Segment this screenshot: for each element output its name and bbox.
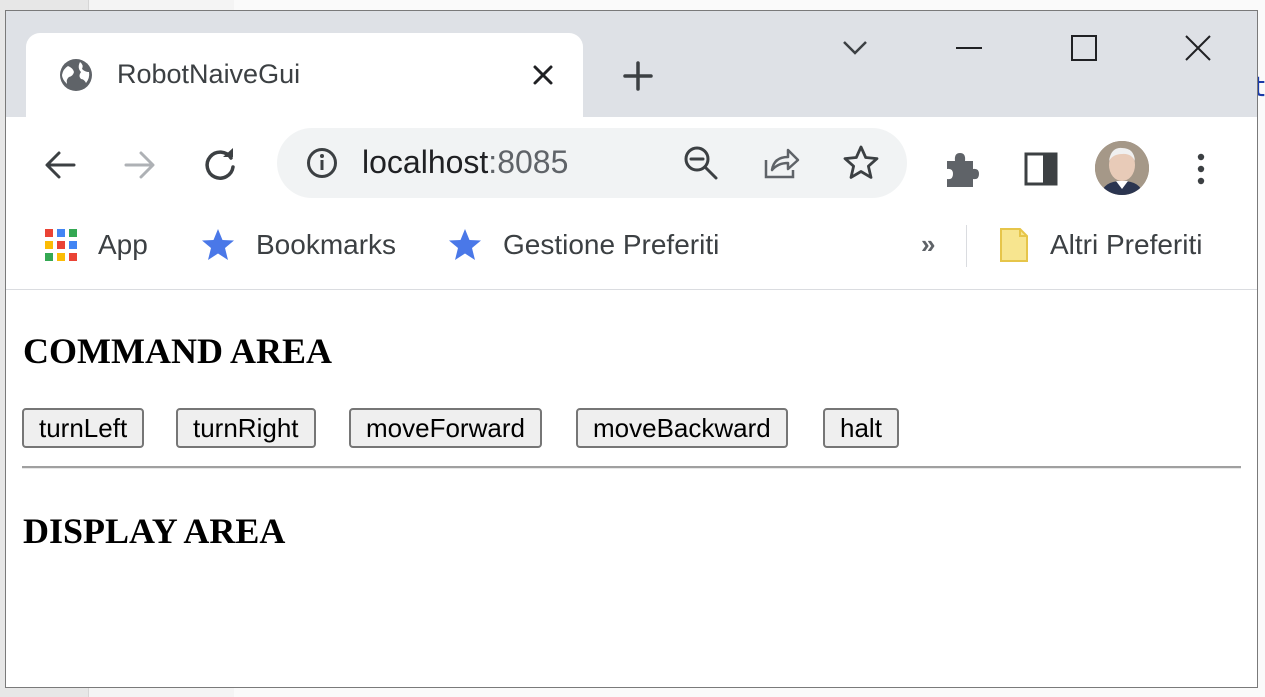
avatar-photo-icon [1095, 141, 1149, 195]
tab-close-icon[interactable] [529, 61, 557, 89]
apps-grid-icon [45, 229, 77, 261]
reload-icon[interactable] [200, 145, 240, 185]
bookmark-apps[interactable]: App [44, 225, 148, 265]
bookmark-star-icon[interactable] [842, 144, 880, 182]
title-bar: RobotNaiveGui [6, 11, 1257, 117]
new-tab-icon[interactable] [621, 59, 655, 93]
bookmark-altri-preferiti[interactable]: Altri Preferiti [998, 225, 1202, 265]
url-text[interactable]: localhost:8085 [362, 144, 568, 181]
side-panel-icon[interactable] [1021, 149, 1061, 189]
bookmark-bookmarks[interactable]: Bookmarks [200, 225, 396, 265]
url-host: localhost [362, 144, 489, 180]
move-backward-button[interactable]: moveBackward [576, 408, 788, 448]
move-forward-button[interactable]: moveForward [349, 408, 542, 448]
turn-right-button[interactable]: turnRight [176, 408, 316, 448]
active-tab[interactable]: RobotNaiveGui [26, 33, 583, 117]
window-close-icon[interactable] [1181, 31, 1215, 65]
command-area-heading: COMMAND AREA [23, 331, 332, 371]
bookmarks-divider [966, 225, 967, 267]
bookmark-label: Gestione Preferiti [503, 229, 720, 260]
browser-toolbar: localhost:8085 [6, 117, 1257, 207]
halt-button[interactable]: halt [823, 408, 899, 448]
display-area-heading: DISPLAY AREA [23, 511, 286, 551]
kebab-menu-icon[interactable] [1186, 149, 1216, 189]
bookmark-label: App [98, 229, 148, 260]
browser-window: RobotNaiveGui localhost:8085 App Bookmar… [5, 10, 1258, 688]
bookmark-label: Altri Preferiti [1050, 229, 1203, 260]
horizontal-rule [22, 466, 1241, 469]
globe-icon [60, 59, 92, 91]
back-arrow-icon[interactable] [40, 145, 80, 185]
folder-icon [1000, 228, 1028, 262]
address-bar[interactable]: localhost:8085 [277, 128, 907, 198]
tab-search-chevron-icon[interactable] [838, 31, 872, 65]
profile-avatar[interactable] [1095, 141, 1149, 195]
forward-arrow-icon[interactable] [120, 145, 160, 185]
extensions-puzzle-icon[interactable] [941, 149, 981, 189]
share-icon[interactable] [762, 144, 800, 182]
page-content: COMMAND AREA turnLeft turnRight moveForw… [6, 290, 1257, 687]
star-icon [202, 229, 234, 260]
star-icon [449, 229, 481, 260]
maximize-icon[interactable] [1067, 31, 1101, 65]
bookmark-label: Bookmarks [256, 229, 397, 260]
url-port: :8085 [488, 144, 569, 180]
turn-left-button[interactable]: turnLeft [22, 408, 145, 448]
bookmark-gestione-preferiti[interactable]: Gestione Preferiti [447, 225, 719, 265]
tab-title: RobotNaiveGui [117, 59, 301, 89]
zoom-out-icon[interactable] [682, 144, 720, 182]
bookmarks-bar: App Bookmarks Gestione Preferiti » Altri… [6, 207, 1257, 290]
more-bookmarks-chevron[interactable]: » [921, 229, 935, 260]
site-info-icon[interactable] [305, 146, 339, 180]
minimize-icon[interactable] [952, 31, 986, 65]
